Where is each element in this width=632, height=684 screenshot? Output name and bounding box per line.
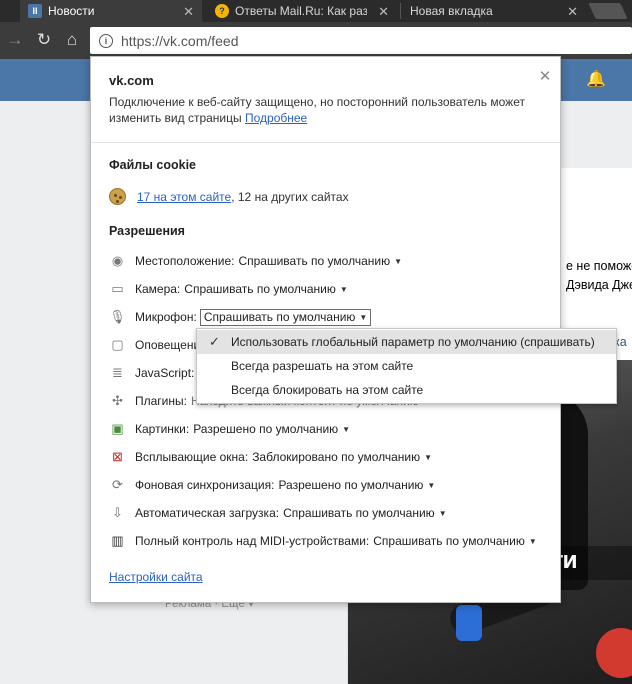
close-icon[interactable]: ✕ [538,69,552,84]
permission-label: Автоматическая загрузка: [135,506,280,520]
permission-camera: ▭ Камера: Спрашивать по умолчанию ▼ [109,280,348,298]
image-icon: ▣ [111,421,124,436]
permission-label: Микрофон: [135,310,197,324]
permission-value-select[interactable]: Спрашивать по умолчанию [184,282,336,296]
tab-new-tab[interactable]: Новая вкладка ✕ [402,0,586,22]
photo-ball [596,628,632,678]
permission-javascript: ≣ JavaScript: [109,364,194,382]
tab-title: Ответы Mail.Ru: Как раз [235,4,367,18]
permission-location: ◉ Местоположение: Спрашивать по умолчани… [109,252,402,270]
permission-value-select[interactable]: Спрашивать по умолчанию [238,254,390,268]
dropdown-option-label: Использовать глобальный параметр по умол… [231,335,595,349]
cookies-title: Файлы cookie [109,158,196,172]
permission-label: Всплывающие окна: [135,450,249,464]
plugin-icon: ✣ [112,393,123,408]
permission-value-select[interactable]: Заблокировано по умолчанию [252,450,420,464]
sync-icon: ⟳ [112,477,123,492]
cookie-icon [109,188,126,205]
permission-label: Полный контроль над MIDI-устройствами: [135,534,370,548]
location-icon: ◉ [111,253,124,268]
caret-down-icon[interactable]: ▼ [439,509,447,518]
caret-down-icon[interactable]: ▼ [427,481,435,490]
permission-microphone: 🎙 Микрофон: Спрашивать по умолчанию ▼ [109,308,372,326]
url-text[interactable]: https://vk.com/feed [121,33,239,49]
permission-auto-download: ⇩ Автоматическая загрузка: Спрашивать по… [109,504,447,522]
midi-icon: ▥ [111,533,124,548]
post-text-line: Дэвида Дже [566,278,632,292]
permission-value-select[interactable]: Спрашивать по умолчанию [283,506,435,520]
microphone-icon: 🎙 [109,309,126,324]
permission-label: Камера: [135,282,181,296]
dropdown-option-label: Всегда блокировать на этом сайте [231,383,424,397]
connection-text: Подключение к веб-сайту защищено, но пос… [109,95,525,125]
caret-down-icon[interactable]: ▼ [340,285,348,294]
permission-background-sync: ⟳ Фоновая синхронизация: Разрешено по ум… [109,476,435,494]
caret-down-icon[interactable]: ▼ [342,425,350,434]
cookies-link[interactable]: 17 на этом сайте [137,190,231,204]
permission-value-select[interactable]: Спрашивать по умолчанию [204,310,356,324]
address-bar[interactable]: i https://vk.com/feed [90,27,632,54]
caret-down-icon[interactable]: ▼ [529,537,537,546]
popup-blocked-icon: ⊠ [112,449,123,464]
close-icon[interactable]: ✕ [567,4,578,20]
vk-icon: II [28,4,42,18]
tab-separator [400,3,401,19]
permission-label: Местоположение: [135,254,235,268]
home-icon[interactable]: ⌂ [62,30,82,50]
dropdown-option-allow[interactable]: Всегда разрешать на этом сайте [197,354,616,378]
permission-notifications: ▢ Оповещения: [109,336,210,354]
tab-news[interactable]: II Новости ✕ [20,0,202,22]
browser-toolbar: → ↻ ⌂ i https://vk.com/feed [0,22,632,59]
connection-description: Подключение к веб-сайту защищено, но пос… [109,94,529,126]
new-tab-button[interactable] [588,3,628,19]
cookies-other: , 12 на других сайтах [231,189,349,204]
camera-icon: ▭ [111,281,124,296]
caret-down-icon[interactable]: ▼ [359,313,367,322]
permission-label: Фоновая синхронизация: [135,478,275,492]
permission-images: ▣ Картинки: Разрешено по умолчанию ▼ [109,420,350,438]
close-icon[interactable]: ✕ [183,4,194,20]
permission-label: Плагины: [135,394,187,408]
caret-down-icon[interactable]: ▼ [424,453,432,462]
notification-icon: ▢ [111,337,124,352]
permission-midi: ▥ Полный контроль над MIDI-устройствами:… [109,532,537,550]
checkmark-icon: ✓ [209,334,220,349]
dropdown-option-default[interactable]: ✓ Использовать глобальный параметр по ум… [197,330,616,354]
bell-icon[interactable]: 🔔 [586,69,606,89]
photo-shoe [456,605,482,641]
dropdown-option-label: Всегда разрешать на этом сайте [231,359,414,373]
tab-mail-answers[interactable]: ? Ответы Mail.Ru: Как раз ✕ [207,0,397,22]
permissions-title: Разрешения [109,224,185,238]
microphone-dropdown-menu: ✓ Использовать глобальный параметр по ум… [196,328,617,404]
reload-icon[interactable]: ↻ [34,30,54,50]
permission-value-select[interactable]: Разрешено по умолчанию [193,422,338,436]
forward-icon[interactable]: → [5,30,25,50]
tab-strip: II Новости ✕ ? Ответы Mail.Ru: Как раз ✕… [0,0,632,22]
permission-value-select[interactable]: Разрешено по умолчанию [278,478,423,492]
javascript-icon: ≣ [112,365,123,380]
divider [91,142,560,143]
microphone-select[interactable]: Спрашивать по умолчанию ▼ [199,308,372,326]
permission-value-select[interactable]: Спрашивать по умолчанию [373,534,525,548]
permission-popups: ⊠ Всплывающие окна: Заблокировано по умо… [109,448,432,466]
site-domain: vk.com [109,73,154,88]
more-link[interactable]: Подробнее [245,111,307,125]
question-icon: ? [215,4,229,18]
tab-title: Новости [48,4,95,18]
cookies-row: 17 на этом сайте , 12 на других сайтах [109,188,349,205]
post-text-line: е не поможе [566,259,632,273]
site-settings-link[interactable]: Настройки сайта [109,570,203,584]
dropdown-option-block[interactable]: Всегда блокировать на этом сайте [197,378,616,402]
caret-down-icon[interactable]: ▼ [394,257,402,266]
permission-label: JavaScript: [135,366,195,380]
permission-label: Картинки: [135,422,190,436]
close-icon[interactable]: ✕ [378,4,389,20]
download-icon: ⇩ [112,505,123,520]
info-icon[interactable]: i [99,33,113,48]
tab-title: Новая вкладка [410,4,493,18]
